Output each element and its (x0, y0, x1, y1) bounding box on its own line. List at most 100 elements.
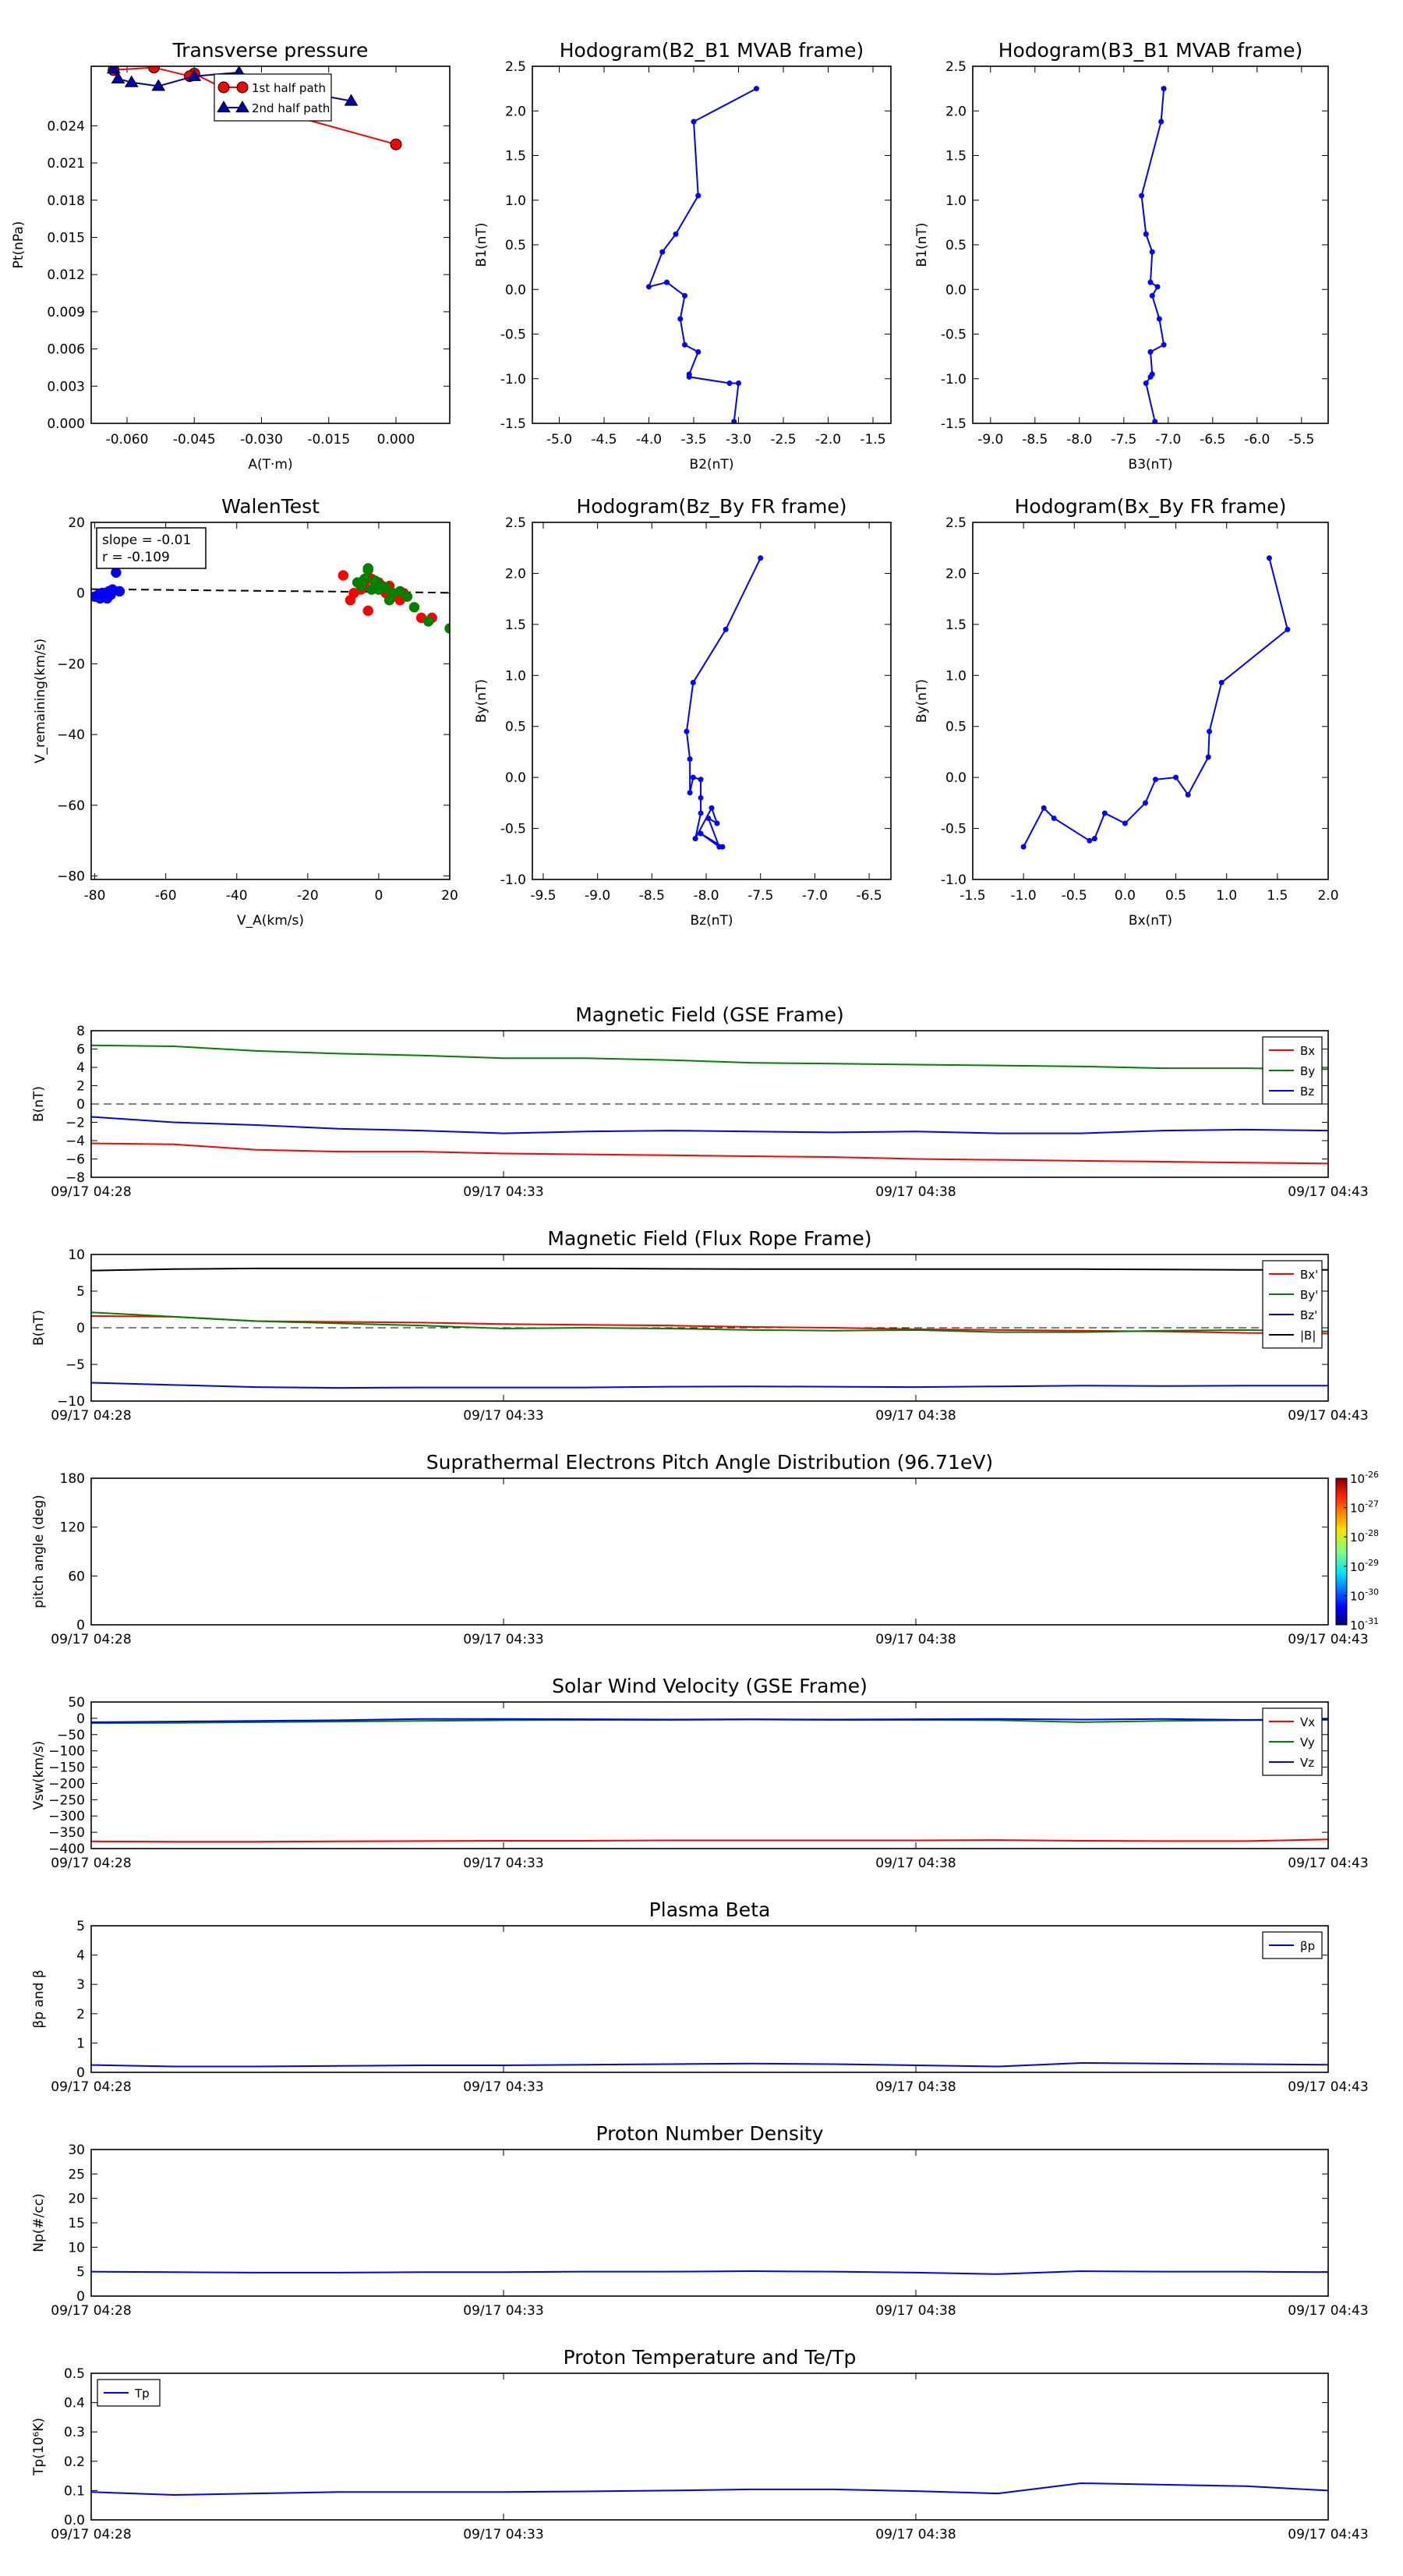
x-tick-label: -4.5 (591, 432, 617, 448)
y-tick-label: −250 (48, 1792, 85, 1808)
y-tick-label: 0.009 (47, 305, 85, 320)
y-tick-label: 1.5 (945, 617, 967, 633)
y-tick-label: 0.0 (945, 282, 967, 298)
data-point (1156, 316, 1162, 322)
series-line-0 (1023, 557, 1289, 847)
legend-entry: Bz' (1300, 1308, 1317, 1322)
x-tick-label: 09/17 04:38 (875, 1184, 956, 1200)
y-tick-label: -1.0 (500, 872, 526, 888)
x-tick-label: -5.5 (1288, 432, 1314, 448)
legend-entry: Bx' (1300, 1268, 1318, 1282)
x-tick-label: 09/17 04:28 (51, 1408, 131, 1424)
x-axis-label: Bz(nT) (690, 913, 733, 929)
colorbar-tick-exponent: -26 (1365, 1470, 1379, 1480)
data-point (1147, 349, 1154, 355)
y-tick-label: 1.0 (505, 668, 526, 684)
data-point (1041, 805, 1047, 811)
series-line-0 (91, 2061, 1328, 2068)
x-tick-label: 09/17 04:43 (1288, 1856, 1368, 1871)
plot-area (684, 555, 764, 850)
y-axis-label: B1(nT) (914, 223, 930, 267)
colorbar-tick-exponent: -30 (1365, 1587, 1379, 1597)
data-point (758, 555, 764, 561)
plot-area (91, 2061, 1328, 2068)
x-tick-label: -3.0 (726, 432, 751, 448)
y-tick-label: 0.018 (47, 193, 85, 209)
chart-mf_gse: Magnetic Field (GSE Frame) −8 −6 −4 −2 0 2 4 6 8 0… (31, 1003, 1369, 1200)
x-tick-label: -8.0 (1066, 432, 1092, 448)
x-tick-label: -3.5 (680, 432, 706, 448)
scatter-point (337, 570, 349, 581)
legend-entry: |B| (1300, 1329, 1316, 1343)
chart-title: Proton Number Density (596, 2122, 824, 2145)
x-tick-label: 09/17 04:33 (463, 1632, 543, 1647)
data-point (1142, 800, 1148, 806)
y-tick-label: 10 (68, 1247, 85, 1263)
plot-area (646, 86, 759, 423)
x-tick-label: 09/17 04:43 (1288, 2079, 1368, 2095)
series-line-3 (91, 1267, 1328, 1272)
y-axis-label: V_remaining(km/s) (33, 639, 48, 763)
y-tick-label: -1.0 (500, 372, 526, 387)
data-point (684, 728, 690, 734)
scatter-point (345, 595, 356, 606)
series-line-0 (647, 87, 757, 422)
x-tick-label: -6.0 (1244, 432, 1270, 448)
y-tick-label: −2 (65, 1116, 85, 1131)
legend: βp (1262, 1931, 1323, 1959)
y-tick-label: −40 (57, 727, 85, 743)
data-point (1158, 119, 1164, 125)
x-tick-label: -80 (84, 888, 106, 904)
data-point (1161, 86, 1167, 92)
x-tick-label: 09/17 04:43 (1288, 1184, 1368, 1200)
scatter-point (111, 567, 122, 579)
y-tick-label: 2.5 (945, 59, 967, 75)
x-tick-label: -6.5 (857, 888, 882, 904)
y-tick-label: 20 (68, 2192, 85, 2207)
y-tick-label: 0.1 (64, 2483, 85, 2499)
colorbar-tick-label: 10-26 (1350, 1470, 1379, 1486)
y-tick-label: 5 (76, 2265, 85, 2281)
chart-hB2B1: Hodogram(B2_B1 MVAB frame) -1.5 -1.0 -0.5 0.… (474, 39, 892, 472)
scatter-point (362, 563, 373, 574)
y-tick-label: -0.5 (500, 822, 526, 837)
data-point (698, 830, 704, 837)
x-tick-label: -20 (297, 888, 319, 904)
y-tick-label: −350 (48, 1825, 85, 1841)
y-tick-label: -0.5 (941, 822, 967, 837)
chart-vsw: Solar Wind Velocity (GSE Frame)−400−350−… (31, 1675, 1369, 1871)
x-axis-label: A(T·m) (248, 457, 292, 472)
x-tick-label: -1.0 (1011, 888, 1037, 904)
x-tick-label: 09/17 04:43 (1288, 1408, 1368, 1424)
axes-frame (90, 2373, 1329, 2521)
data-point (1149, 292, 1155, 299)
scatter-point (408, 602, 420, 613)
y-tick-label: -1.5 (500, 416, 526, 432)
data-point (736, 380, 741, 386)
legend-entry: Tp (134, 2387, 150, 2401)
colorbar-tick-exponent: -29 (1365, 1558, 1379, 1568)
y-tick-label: 1 (76, 2036, 85, 2051)
y-tick-label: 5 (76, 1919, 85, 1934)
x-tick-label: 09/17 04:38 (875, 2527, 956, 2542)
data-point (1218, 679, 1225, 685)
x-tick-label: 09/17 04:38 (875, 1632, 956, 1647)
data-point (695, 349, 702, 355)
y-tick-label: -0.5 (500, 327, 526, 343)
y-tick-label: 180 (60, 1471, 85, 1487)
x-tick-label: 1.5 (1267, 888, 1288, 904)
data-point (1185, 791, 1191, 798)
colorbar-tick-label: 10-30 (1350, 1587, 1379, 1603)
x-tick-label: -1.5 (860, 432, 885, 448)
y-tick-label: 0 (76, 1711, 85, 1727)
y-tick-label: 15 (68, 2216, 85, 2231)
y-axis-label: B(nT) (31, 1086, 47, 1122)
chart-title: Hodogram(B2_B1 MVAB frame) (560, 39, 864, 62)
y-tick-label: 2.5 (505, 515, 526, 531)
x-tick-label: 09/17 04:28 (51, 2079, 131, 2095)
x-tick-label: -40 (226, 888, 248, 904)
legend-entry: Bx (1300, 1044, 1315, 1058)
data-point (1139, 193, 1145, 199)
x-tick-label: 09/17 04:43 (1288, 2527, 1368, 2542)
x-tick-label: 09/17 04:28 (51, 1856, 131, 1871)
